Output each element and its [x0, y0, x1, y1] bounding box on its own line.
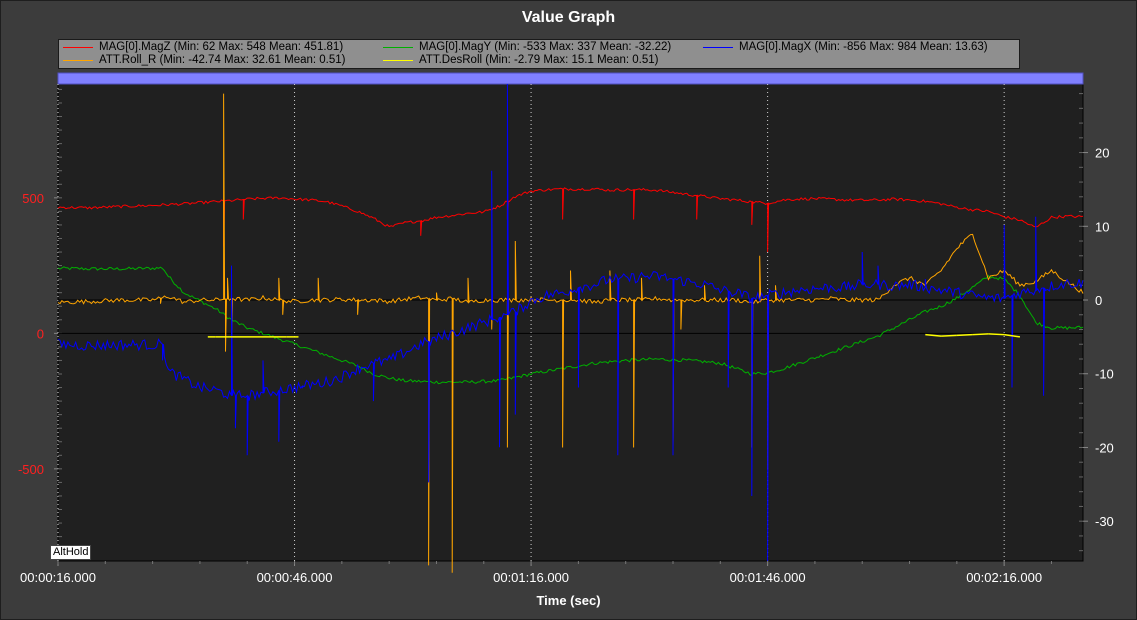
- legend-label: MAG[0].MagY (Min: -533 Max: 337 Mean: -3…: [419, 41, 672, 53]
- legend-item-desroll: ATT.DesRoll (Min: -2.79 Max: 15.1 Mean: …: [383, 54, 658, 67]
- x-tick-label: 00:00:16.000: [20, 570, 96, 585]
- legend-swatch: [383, 60, 413, 61]
- legend-swatch: [703, 47, 733, 48]
- x-tick-label: 00:01:16.000: [493, 570, 569, 585]
- x-tick-label: 00:02:16.000: [966, 570, 1042, 585]
- legend-swatch: [63, 60, 93, 61]
- legend: MAG[0].MagZ (Min: 62 Max: 548 Mean: 451.…: [58, 39, 1020, 69]
- legend-item-magy: MAG[0].MagY (Min: -533 Max: 337 Mean: -3…: [383, 41, 671, 54]
- legend-item-magz: MAG[0].MagZ (Min: 62 Max: 548 Mean: 451.…: [63, 41, 343, 54]
- value-graph-chart[interactable]: 00:00:16.000 00:00:46.000 00:01:16.000 00:0…: [0, 0, 1137, 620]
- series-line-desroll: [956, 333, 973, 337]
- x-tick-label: 00:00:46.000: [257, 570, 333, 585]
- legend-swatch: [63, 47, 93, 48]
- y-right-tick-label: -10: [1095, 367, 1114, 382]
- series-line-desroll: [988, 333, 1005, 336]
- y-right-tick-label: 20: [1095, 146, 1109, 161]
- y-left-tick-label: 500: [22, 191, 44, 206]
- y-right-tick-label: 0: [1095, 293, 1102, 308]
- y-right-tick-label: -20: [1095, 440, 1114, 455]
- y-left-tick-label: 0: [37, 326, 44, 341]
- y-right-tick-label: -30: [1095, 514, 1114, 529]
- legend-item-magx: MAG[0].MagX (Min: -856 Max: 984 Mean: 13…: [703, 41, 988, 54]
- y-left-tick-label: -500: [18, 462, 44, 477]
- series-line-desroll: [972, 333, 989, 336]
- legend-item-roll-r: ATT.Roll_R (Min: -42.74 Max: 32.61 Mean:…: [63, 54, 346, 67]
- y-right-tick-label: 10: [1095, 219, 1109, 234]
- x-axis-label: Time (sec): [536, 593, 601, 608]
- plot-area: [57, 83, 1084, 562]
- flight-mode-badge: AltHold: [50, 545, 92, 560]
- legend-label: ATT.DesRoll (Min: -2.79 Max: 15.1 Mean: …: [419, 54, 659, 66]
- x-tick-label: 00:01:46.000: [730, 570, 806, 585]
- legend-label: MAG[0].MagX (Min: -856 Max: 984 Mean: 13…: [739, 41, 988, 53]
- legend-swatch: [383, 47, 413, 48]
- legend-label: MAG[0].MagZ (Min: 62 Max: 548 Mean: 451.…: [99, 41, 344, 53]
- zoom-scrollbar[interactable]: [57, 72, 1084, 85]
- series-line-desroll: [941, 334, 957, 337]
- legend-label: ATT.Roll_R (Min: -42.74 Max: 32.61 Mean:…: [99, 54, 346, 66]
